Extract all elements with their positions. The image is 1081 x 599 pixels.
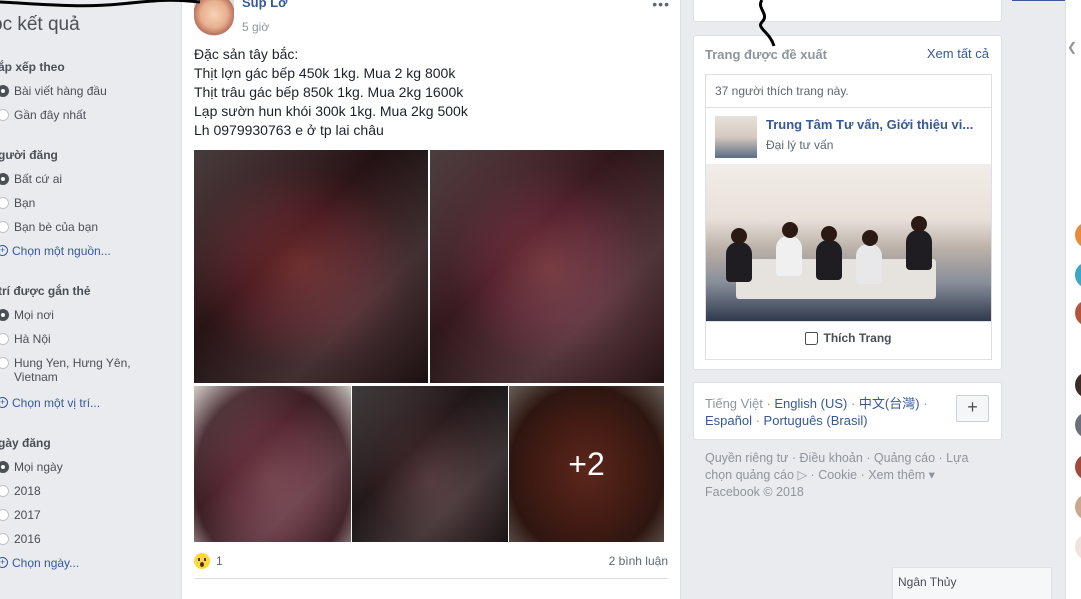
wow-reaction-icon [194, 553, 210, 569]
see-all-link[interactable]: Xem tất cả [927, 46, 989, 61]
footer-link[interactable]: Điều khoản [800, 451, 863, 465]
radio-icon[interactable] [0, 533, 9, 545]
radio-selected-icon[interactable] [0, 173, 9, 185]
radio-icon[interactable] [0, 509, 9, 521]
author-name[interactable]: Súp Lơ [242, 0, 287, 10]
language-link[interactable]: English (US) [774, 396, 847, 411]
filters-title: ọc kết quả [0, 14, 80, 35]
location-option-hungyen[interactable]: Hung Yen, Hưng Yên, Vietnam [0, 356, 131, 384]
sort-section-label: ắp xếp theo [0, 60, 65, 74]
choose-location-link[interactable]: + Chọn một vị trí... [0, 396, 100, 410]
right-top-card [693, 0, 1002, 22]
post-photo[interactable] [430, 150, 664, 383]
suggested-page: 37 người thích trang này. Trung Tâm Tư v… [705, 74, 992, 360]
post-line: Đặc sản tây bắc: [194, 46, 299, 62]
comments-count-link[interactable]: 2 bình luận [609, 554, 668, 568]
thumbs-up-icon [805, 331, 819, 345]
page-category: Đại lý tư vấn [766, 138, 834, 152]
post-line: Thịt trâu gác bếp 850k 1kg. Mua 2kg 1600… [194, 84, 464, 100]
contact-avatar[interactable] [1075, 454, 1081, 480]
language-link[interactable]: 中文(台灣) [859, 396, 920, 411]
footer-link[interactable]: Cookie [818, 468, 857, 482]
date-option-2017[interactable]: 2017 [0, 508, 41, 522]
choose-source-link[interactable]: + Chọn một nguồn... [0, 244, 111, 258]
page-name-link[interactable]: Trung Tâm Tư vấn, Giới thiệu vi... [766, 117, 973, 132]
contact-avatar[interactable] [1075, 222, 1081, 248]
chat-tab-name: Ngân Thủy [898, 575, 957, 589]
more-photos-count: +2 [509, 386, 664, 542]
choose-date-link[interactable]: + Chọn ngày... [0, 556, 79, 570]
footer-link[interactable]: Quảng cáo [874, 451, 935, 465]
like-page-button[interactable]: Thích Trang [706, 331, 991, 345]
post-line: Lh 0979930763 e ở tp lai châu [194, 122, 384, 138]
footer-link[interactable]: Xem thêm [868, 468, 925, 482]
radio-selected-icon[interactable] [0, 309, 9, 321]
date-option-2016[interactable]: 2016 [0, 532, 41, 546]
radio-icon[interactable] [0, 485, 9, 497]
chat-sidebar [1065, 0, 1081, 599]
poster-option-anyone[interactable]: Bất cứ ai [0, 172, 62, 186]
search-filters-panel: ọc kết quả ắp xếp theo Bài viết hàng đầu… [0, 0, 180, 599]
author-avatar[interactable] [194, 0, 234, 36]
post-photo[interactable] [194, 386, 351, 542]
radio-icon[interactable] [0, 333, 9, 345]
sort-option-recent[interactable]: Gần đây nhất [0, 108, 86, 122]
date-option-2018[interactable]: 2018 [0, 484, 41, 498]
plus-circle-icon: + [0, 557, 8, 568]
ad-choices-icon: ▷ [797, 468, 808, 482]
post-line: Lạp sườn hun khói 300k 1kg. Mua 2kg 500k [194, 103, 468, 119]
radio-icon[interactable] [0, 197, 9, 209]
contact-avatar[interactable] [1075, 300, 1081, 326]
contact-avatar[interactable] [1075, 262, 1081, 288]
date-section-label: gày đăng [0, 436, 51, 450]
location-section-label: trí được gắn thẻ [0, 284, 91, 298]
poster-option-friends[interactable]: Bạn bè của bạn [0, 220, 98, 234]
post-photo[interactable] [194, 150, 428, 383]
suggested-pages-card: Trang được đề xuất Xem tất cả 37 người t… [693, 35, 1002, 370]
divider [194, 578, 668, 579]
contact-avatar[interactable] [1075, 412, 1081, 438]
post-photo[interactable] [352, 386, 508, 542]
radio-icon[interactable] [0, 109, 9, 121]
plus-circle-icon: + [0, 397, 8, 408]
footer-links: Quyền riêng tư · Điều khoản · Quảng cáo … [705, 451, 969, 499]
page-likes-count: 37 người thích trang này. [715, 84, 849, 98]
language-link[interactable]: Español [705, 413, 752, 428]
poster-section-label: gười đăng [0, 148, 58, 162]
post-card: Súp Lơ 5 giờ ••• Đặc sản tây bắc: Thịt l… [181, 0, 681, 599]
radio-selected-icon[interactable] [0, 461, 9, 473]
date-option-any[interactable]: Mọi ngày [0, 460, 63, 474]
location-option-anywhere[interactable]: Mọi nơi [0, 308, 54, 322]
contact-avatar[interactable] [1075, 534, 1081, 560]
copyright: Facebook © 2018 [705, 485, 804, 499]
contact-avatar[interactable] [1075, 494, 1081, 520]
plus-circle-icon: + [0, 245, 8, 256]
suggested-pages-heading: Trang được đề xuất [705, 47, 827, 62]
post-line: Thịt lợn gác bếp 450k 1kg. Mua 2 kg 800k [194, 65, 456, 81]
more-options-icon[interactable]: ••• [652, 0, 670, 12]
footer-link[interactable]: Quyền riêng tư [705, 451, 788, 465]
post-photo-more[interactable]: +2 [509, 386, 664, 542]
radio-selected-icon[interactable] [0, 85, 9, 97]
language-list: Tiếng Việt · English (US) · 中文(台灣) · Esp… [705, 396, 928, 428]
sort-option-top[interactable]: Bài viết hàng đầu [0, 84, 107, 98]
add-language-button[interactable]: + [956, 395, 989, 422]
radio-icon[interactable] [0, 221, 9, 233]
language-card: Tiếng Việt · English (US) · 中文(台灣) · Esp… [693, 382, 1002, 440]
location-option-hanoi[interactable]: Hà Nội [0, 332, 51, 346]
current-language: Tiếng Việt [705, 396, 763, 411]
language-link[interactable]: Português (Brasil) [764, 413, 868, 428]
chat-scroll-arrow-icon[interactable]: ❮ [1067, 40, 1077, 54]
poster-option-you[interactable]: Bạn [0, 196, 35, 210]
page-thumbnail[interactable] [715, 116, 757, 158]
post-timestamp[interactable]: 5 giờ [242, 20, 269, 34]
chat-tab[interactable]: Ngân Thủy [892, 567, 1052, 599]
page-cover-photo[interactable] [706, 164, 991, 321]
radio-icon[interactable] [0, 357, 9, 369]
reaction-summary[interactable]: 1 [194, 553, 223, 569]
contact-avatar[interactable] [1075, 372, 1081, 398]
caret-down-icon: ▾ [928, 468, 935, 482]
reaction-count: 1 [216, 554, 223, 568]
post-text: Đặc sản tây bắc: Thịt lợn gác bếp 450k 1… [194, 45, 468, 140]
